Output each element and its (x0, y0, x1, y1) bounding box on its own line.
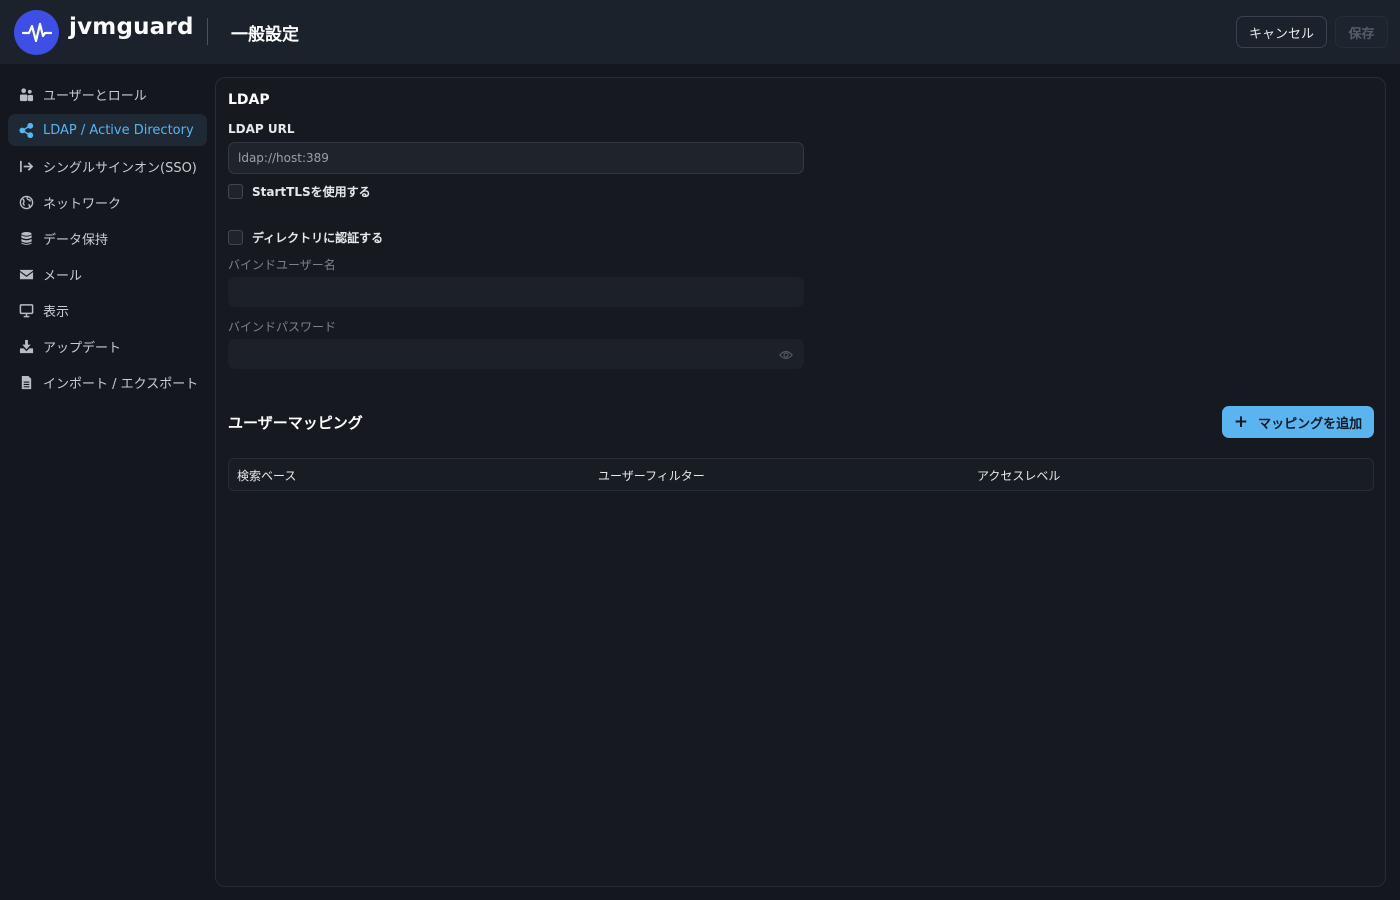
share-icon (18, 122, 34, 138)
starttls-row[interactable]: StartTLSを使用する (228, 183, 371, 200)
database-icon (18, 230, 34, 246)
ldap-url-input[interactable]: ldap://host:389 (228, 142, 804, 174)
sign-in-icon (18, 158, 34, 174)
sidebar-item-mail[interactable]: メール (8, 258, 207, 290)
user-mapping-title: ユーザーマッピング (228, 414, 363, 432)
section-title-ldap: LDAP (228, 92, 270, 108)
sidebar-item-update[interactable]: アップデート (8, 330, 207, 362)
sidebar-item-label: ユーザーとロール (43, 88, 147, 104)
sidebar-item-label: ネットワーク (43, 196, 122, 212)
sidebar-item-retention[interactable]: データ保持 (8, 222, 207, 254)
sidebar-item-label: 表示 (43, 304, 70, 320)
directory-auth-checkbox[interactable] (228, 230, 243, 245)
sidebar-item-label: メール (43, 268, 83, 284)
globe-icon (18, 194, 34, 210)
cancel-button[interactable]: キャンセル (1236, 16, 1327, 48)
header-divider (207, 18, 208, 45)
sidebar-item-label: データ保持 (43, 232, 109, 248)
settings-sidebar: ユーザーとロール LDAP / Active Directory シングルサイン… (0, 64, 214, 900)
sidebar-item-ldap[interactable]: LDAP / Active Directory (8, 114, 207, 146)
sidebar-item-label: アップデート (43, 340, 122, 356)
add-mapping-button[interactable]: + マッピングを追加 (1222, 406, 1374, 438)
column-header-access-level: アクセスレベル (977, 469, 1061, 483)
app-header: jvmguard 一般設定 キャンセル 保存 (0, 0, 1400, 64)
add-mapping-label: マッピングを追加 (1258, 416, 1363, 432)
eye-icon[interactable] (779, 348, 793, 362)
sidebar-item-sso[interactable]: シングルサインオン(SSO) (8, 150, 207, 182)
logo-icon[interactable] (14, 10, 59, 55)
sidebar-item-import-export[interactable]: インポート / エクスポート (8, 366, 207, 398)
plus-icon: + (1233, 412, 1249, 432)
starttls-label: StartTLSを使用する (252, 185, 371, 199)
monitor-icon (18, 302, 34, 318)
bind-password-input[interactable] (228, 339, 804, 369)
save-button[interactable]: 保存 (1335, 16, 1388, 48)
file-icon (18, 374, 34, 390)
sidebar-item-users[interactable]: ユーザーとロール (8, 78, 207, 110)
bind-password-label: バインドパスワード (228, 320, 337, 334)
sidebar-item-label: シングルサインオン(SSO) (43, 160, 197, 176)
directory-auth-label: ディレクトリに認証する (252, 231, 384, 245)
user-mapping-table: 検索ベース ユーザーフィルター アクセスレベル (228, 458, 1374, 491)
download-icon (18, 338, 34, 354)
bind-user-label: バインドユーザー名 (228, 258, 336, 272)
users-icon (18, 86, 34, 102)
starttls-checkbox[interactable] (228, 184, 243, 199)
brand-name: jvmguard (69, 14, 194, 40)
ldap-settings-panel: LDAP LDAP URL ldap://host:389 StartTLSを使… (215, 77, 1386, 887)
sidebar-item-display[interactable]: 表示 (8, 294, 207, 326)
sidebar-item-network[interactable]: ネットワーク (8, 186, 207, 218)
envelope-icon (18, 266, 34, 282)
page-title: 一般設定 (231, 25, 299, 45)
bind-user-input[interactable] (228, 277, 804, 307)
sidebar-item-label: インポート / エクスポート (43, 376, 199, 392)
column-header-search-base: 検索ベース (237, 469, 297, 483)
ldap-url-label: LDAP URL (228, 122, 295, 136)
directory-auth-row[interactable]: ディレクトリに認証する (228, 229, 383, 246)
sidebar-item-label: LDAP / Active Directory (43, 122, 194, 138)
column-header-user-filter: ユーザーフィルター (598, 469, 705, 483)
